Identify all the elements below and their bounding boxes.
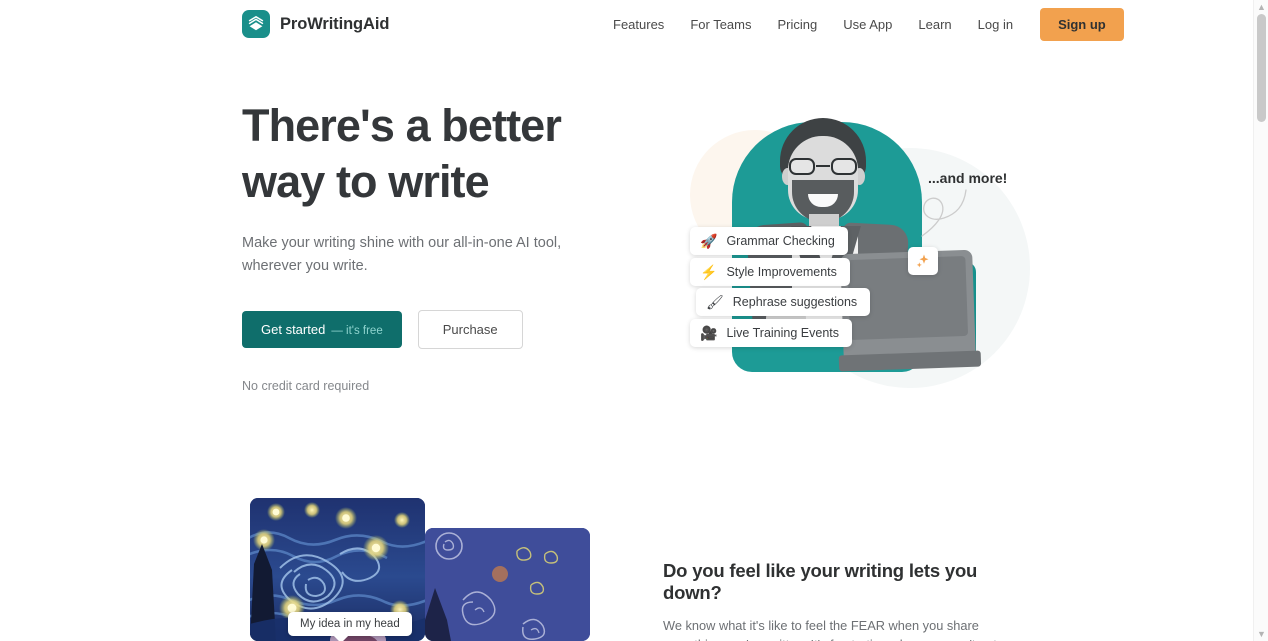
page-scrollbar[interactable]: ▲ ▼	[1253, 0, 1268, 641]
paintbrush-icon: 🖌	[706, 294, 724, 310]
lens-left	[789, 158, 815, 175]
nav-item-for-teams[interactable]: For Teams	[677, 11, 764, 38]
sign-up-button[interactable]: Sign up	[1040, 7, 1124, 41]
balloon-squiggle-icon	[921, 189, 967, 237]
video-camera-icon: 🎥	[700, 325, 718, 341]
get-started-button[interactable]: Get started — it's free	[242, 311, 402, 348]
chip-label: Rephrase suggestions	[732, 295, 858, 309]
scroll-up-icon[interactable]: ▲	[1257, 1, 1266, 13]
chip-label: Live Training Events	[726, 326, 839, 340]
hero-title-line-2: way to write	[242, 156, 490, 207]
get-started-suffix: — it's free	[331, 325, 383, 337]
get-started-label: Get started	[261, 322, 326, 337]
nav-item-pricing[interactable]: Pricing	[764, 11, 830, 38]
no-credit-card-note: No credit card required	[242, 379, 370, 393]
glasses-icon	[788, 158, 858, 175]
chip-label: Grammar Checking	[726, 234, 835, 248]
feature-chip-live-training-events: 🎥 Live Training Events	[690, 319, 852, 347]
glasses-bridge	[816, 165, 830, 168]
feature-chip-grammar-checking: 🚀 Grammar Checking	[690, 227, 848, 255]
nav-item-log-in[interactable]: Log in	[965, 11, 1026, 38]
lower-section-body: We know what it's like to feel the FEAR …	[663, 618, 997, 641]
brand-name: ProWritingAid	[280, 14, 390, 33]
and-more-label: ...and more!	[928, 170, 1008, 186]
lens-right	[831, 158, 857, 175]
page-root: ProWritingAid Features For Teams Pricing…	[0, 0, 1268, 641]
lightning-icon: ⚡	[700, 264, 718, 280]
nav-item-features[interactable]: Features	[600, 11, 677, 38]
scroll-down-icon[interactable]: ▼	[1257, 628, 1266, 640]
lower-section-copy: Do you feel like your writing lets you d…	[663, 560, 1023, 641]
feature-chip-style-improvements: ⚡ Style Improvements	[690, 258, 850, 286]
hero-copy: There's a better way to write Make your …	[242, 98, 642, 393]
hero-subtitle: Make your writing shine with our all-in-…	[242, 235, 562, 274]
rocket-icon: 🚀	[700, 233, 718, 249]
feature-chip-rephrase-suggestions: 🖌 Rephrase suggestions	[696, 288, 871, 316]
hero-illustration: 🚀 Grammar Checking ⚡ Style Improvements …	[660, 100, 1030, 390]
site-header: ProWritingAid Features For Teams Pricing…	[0, 0, 1253, 48]
nav-item-use-app[interactable]: Use App	[830, 11, 905, 38]
brand-logo[interactable]: ProWritingAid	[242, 10, 389, 38]
book-layers-icon	[242, 10, 270, 38]
scrollbar-thumb[interactable]	[1257, 14, 1266, 122]
nav-item-learn[interactable]: Learn	[905, 11, 964, 38]
hero-title-line-1: There's a better	[242, 100, 562, 151]
main-navigation: Features For Teams Pricing Use App Learn…	[600, 0, 1124, 48]
hero-button-group: Get started — it's free Purchase	[242, 310, 642, 349]
chip-label: Style Improvements	[726, 265, 837, 279]
sketch-illustration	[425, 528, 590, 641]
page-title: There's a better way to write	[242, 98, 642, 210]
lower-section-title: Do you feel like your writing lets you d…	[663, 560, 978, 603]
image-tooltip: My idea in my head	[288, 612, 412, 636]
purchase-button[interactable]: Purchase	[417, 310, 523, 349]
